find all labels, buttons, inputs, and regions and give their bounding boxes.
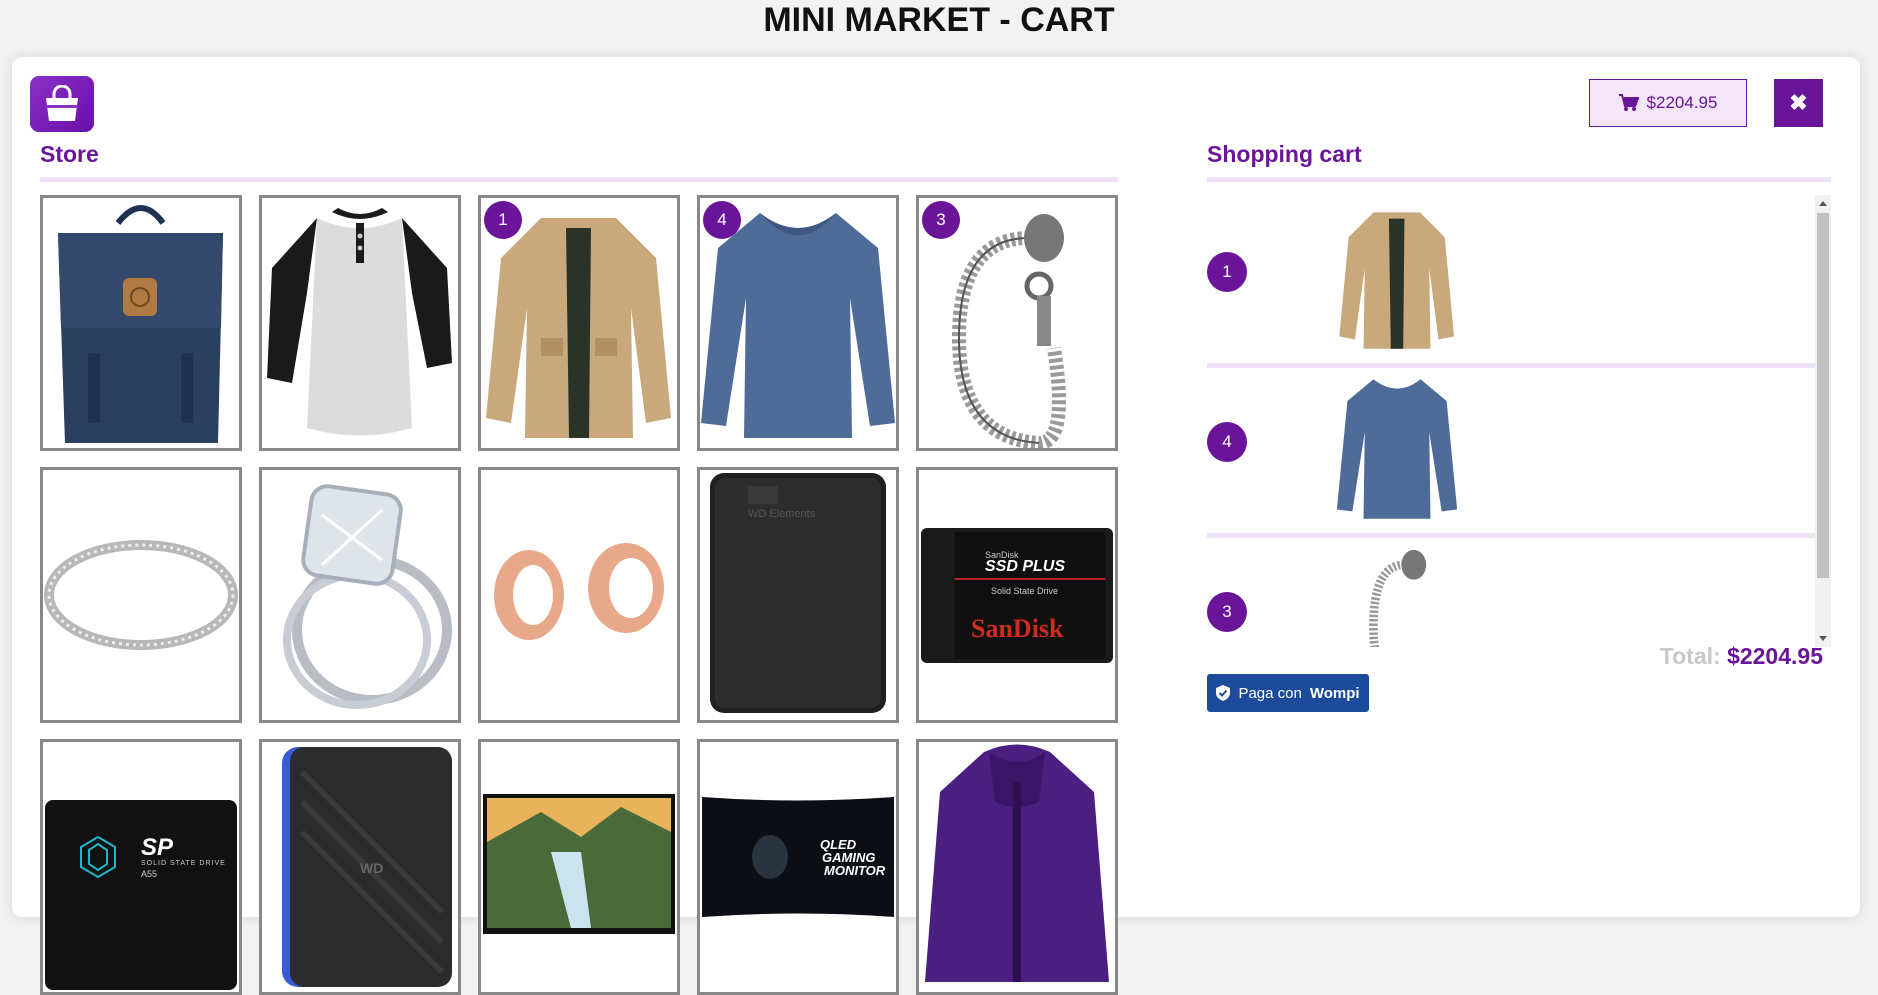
product-tile-wd-gaming-drive[interactable]: WD — [259, 739, 461, 995]
product-tile-diamond-ring-set[interactable] — [259, 467, 461, 723]
shopping-bag-icon — [30, 76, 94, 132]
product-tile-wd-elements-drive[interactable]: WD Elements — [697, 467, 899, 723]
product-qty-badge: 4 — [703, 201, 741, 239]
product-tile-landscape-monitor[interactable] — [478, 739, 680, 995]
cart-item[interactable]: 1 — [1207, 195, 1819, 360]
cart-item-qty: 3 — [1207, 592, 1247, 632]
product-tile-raglan-tshirt[interactable] — [259, 195, 461, 451]
cart-item[interactable]: 4 — [1207, 365, 1819, 530]
close-button[interactable]: ✖ — [1774, 79, 1823, 127]
cart-icon — [1618, 94, 1639, 111]
product-qty-badge: 1 — [484, 201, 522, 239]
cart-item-image — [1336, 379, 1458, 519]
sandisk-sub-label: Solid State Drive — [991, 586, 1059, 596]
qled-label-3: MONITOR — [824, 863, 886, 878]
product-tile-sandisk-ssd-plus[interactable]: SanDisk SSD PLUS Solid State Drive SanDi… — [916, 467, 1118, 723]
pay-with-wompi-button[interactable]: Paga con Wompi — [1207, 674, 1369, 712]
close-icon: ✖ — [1789, 90, 1808, 115]
scrollbar-thumb[interactable] — [1817, 213, 1829, 578]
product-tile-backpack[interactable] — [40, 195, 242, 451]
cart-item[interactable]: 3 — [1207, 535, 1819, 647]
product-tile-silver-ring[interactable] — [40, 467, 242, 723]
cart-total: Total: $2204.95 — [1660, 643, 1823, 670]
sp-logo: SP — [141, 834, 174, 861]
total-value: $2204.95 — [1727, 643, 1823, 669]
total-label: Total: — [1659, 643, 1721, 669]
cart-divider — [1207, 177, 1831, 182]
product-tile-qled-gaming-monitor[interactable]: QLED GAMING MONITOR — [697, 739, 899, 995]
store-divider — [40, 177, 1118, 182]
cart-item-image — [1369, 549, 1427, 647]
sandisk-model-label: SSD PLUS — [985, 558, 1066, 575]
scroll-up-icon[interactable] — [1819, 201, 1827, 206]
cart-item-image — [1339, 212, 1455, 349]
cart-scrollbar[interactable] — [1815, 195, 1831, 647]
shield-check-icon — [1216, 685, 1231, 701]
cart-list: 1 4 3 — [1207, 195, 1831, 647]
product-tile-rose-gold-plugs[interactable] — [478, 467, 680, 723]
product-tile-sp-ssd[interactable]: SP SOLID STATE DRIVE A55 — [40, 739, 242, 995]
product-tile-dragon-bracelet[interactable]: 3 — [916, 195, 1118, 451]
wd-gaming-logo: WD — [360, 860, 384, 876]
product-grid: 1 4 3 WD Elements SanDisk SSD PLUS Solid… — [40, 195, 1120, 995]
scroll-down-icon[interactable] — [1819, 636, 1827, 641]
page-title: MINI MARKET - CART — [763, 1, 1115, 39]
pay-brand: Wompi — [1309, 684, 1360, 702]
market-panel: $2204.95 ✖ Store Shopping cart 1 4 3 WD … — [12, 57, 1860, 995]
sp-sub-label: SOLID STATE DRIVE — [141, 860, 226, 867]
cart-total-label: $2204.95 — [1646, 93, 1718, 112]
cart-item-qty: 1 — [1207, 252, 1247, 292]
sandisk-brand-label: SanDisk — [971, 614, 1064, 643]
cart-item-qty: 4 — [1207, 422, 1247, 462]
cart-title: Shopping cart — [1207, 141, 1362, 167]
product-tile-blue-long-sleeve[interactable]: 4 — [697, 195, 899, 451]
product-qty-badge: 3 — [922, 201, 960, 239]
sp-model-label: A55 — [141, 869, 158, 879]
store-title: Store — [40, 141, 99, 167]
product-tile-khaki-jacket[interactable]: 1 — [478, 195, 680, 451]
cart-summary-button[interactable]: $2204.95 — [1589, 79, 1747, 127]
product-tile-purple-jacket[interactable] — [916, 739, 1118, 995]
wd-elements-label: WD Elements — [748, 508, 816, 520]
pay-prefix: Paga con — [1238, 684, 1302, 702]
